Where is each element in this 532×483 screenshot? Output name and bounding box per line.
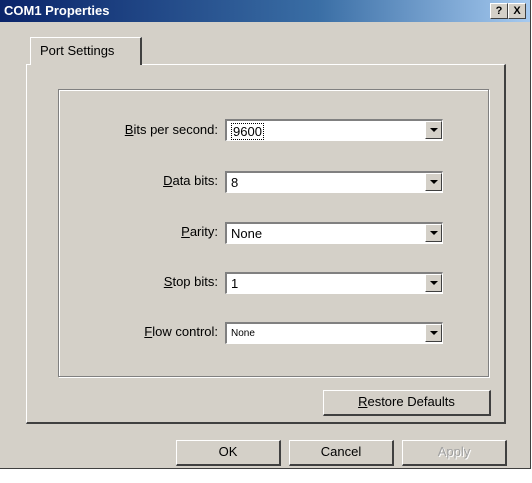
close-icon: X	[513, 5, 521, 17]
flow-control-select[interactable]: None	[225, 322, 443, 344]
parity-value: None	[231, 226, 263, 241]
help-button[interactable]: ?	[490, 3, 508, 19]
bits-per-second-select[interactable]: 9600	[225, 119, 443, 141]
title-bar: COM1 Properties ? X	[0, 0, 530, 22]
cancel-button[interactable]: Cancel	[289, 440, 394, 466]
apply-button[interactable]: Apply	[402, 440, 507, 466]
chevron-down-icon[interactable]	[425, 121, 442, 139]
data-bits-label: Data bits:	[163, 173, 218, 188]
tab-port-settings[interactable]: Port Settings	[30, 37, 142, 65]
bits-per-second-label: Bits per second:	[124, 122, 218, 137]
chevron-down-icon[interactable]	[425, 173, 442, 191]
data-bits-value: 8	[231, 175, 239, 190]
flow-control-label: Flow control:	[144, 324, 218, 339]
stop-bits-value: 1	[231, 276, 239, 291]
flow-control-value: None	[231, 328, 255, 339]
restore-defaults-button[interactable]: Restore Defaults	[323, 390, 491, 416]
chevron-down-icon[interactable]	[425, 274, 442, 292]
chevron-down-icon[interactable]	[425, 324, 442, 342]
parity-label: Parity:	[181, 224, 218, 239]
tab-port-settings-label: Port Settings	[40, 43, 115, 58]
stop-bits-label: Stop bits:	[163, 274, 218, 289]
help-icon: ?	[495, 5, 503, 17]
chevron-down-icon[interactable]	[425, 224, 442, 242]
data-bits-select[interactable]: 8	[225, 171, 443, 193]
stop-bits-select[interactable]: 1	[225, 272, 443, 294]
parity-select[interactable]: None	[225, 222, 443, 244]
ok-button[interactable]: OK	[176, 440, 281, 466]
bits-per-second-value: 9600	[231, 123, 264, 140]
close-button[interactable]: X	[508, 3, 526, 19]
com1-properties-dialog: COM1 Properties ? X Port Settings Bits p…	[0, 0, 531, 469]
window-title: COM1 Properties	[4, 3, 110, 18]
